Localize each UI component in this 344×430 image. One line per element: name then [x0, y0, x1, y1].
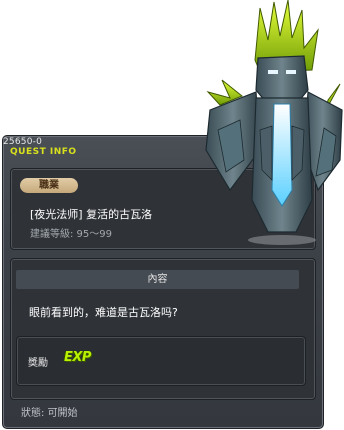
job-badge: 職業 [20, 178, 78, 193]
quest-status: 狀態: 可開始 [21, 408, 78, 419]
exp-icon[interactable]: EXP [64, 350, 91, 365]
guwaru-golem-illustration [205, 0, 343, 245]
quest-description: 眼前看到的，难道是古瓦洛吗? [29, 306, 178, 319]
content-header: 內容 [16, 270, 299, 289]
panel-title: QUEST INFO [10, 147, 77, 157]
recommended-level: 建議等級: 95～99 [30, 229, 112, 240]
quest-id: 25650-0 [3, 137, 43, 147]
reward-box [16, 336, 306, 386]
quest-name: [夜光法师] 复活的古瓦洛 [30, 208, 153, 221]
reward-label: 獎勵 [28, 358, 48, 369]
